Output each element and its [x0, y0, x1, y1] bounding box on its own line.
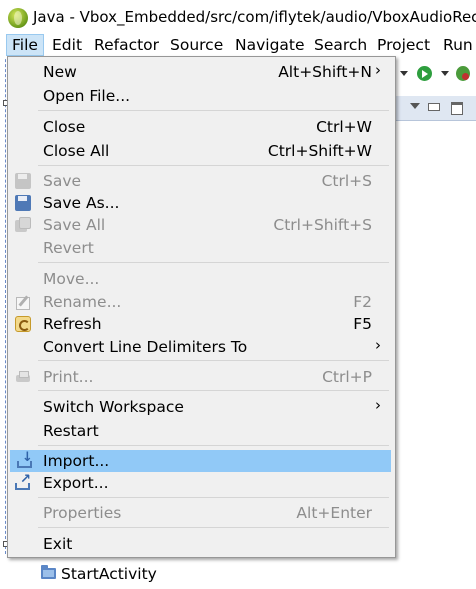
menu-item-accelerator: F5 [353, 315, 372, 333]
menu-item-rename[interactable]: Rename... F2 [8, 291, 395, 313]
menu-item-save[interactable]: Save Ctrl+S [8, 170, 395, 192]
print-icon [15, 369, 31, 385]
menu-separator [38, 110, 389, 111]
menu-item-label: Switch Workspace [43, 398, 184, 416]
menu-bar: File Edit Refactor Source Navigate Searc… [0, 34, 476, 58]
menu-item-label: Exit [43, 535, 73, 553]
rename-icon [15, 294, 31, 310]
menu-separator [38, 390, 389, 391]
run-dropdown-arrow-icon[interactable] [441, 71, 449, 76]
file-menu-dropdown: New Alt+Shift+N › Open File... Close Ctr… [7, 56, 396, 558]
toolbar-dropdown-arrow-icon[interactable] [400, 71, 408, 76]
menu-source[interactable]: Source [165, 34, 228, 56]
menu-separator [38, 445, 389, 446]
menu-item-label: Properties [43, 504, 122, 522]
menu-separator [38, 360, 389, 361]
maximize-view-icon[interactable] [451, 102, 463, 115]
menu-item-convert-line-delimiters[interactable]: Convert Line Delimiters To › [8, 336, 395, 358]
package-folder-icon [41, 565, 56, 579]
menu-item-accelerator: F2 [353, 293, 372, 311]
eclipse-app-icon [8, 8, 28, 28]
menu-item-label: New [43, 63, 77, 81]
workbench-border-left [5, 34, 6, 554]
submenu-arrow-icon: › [375, 336, 381, 354]
menu-item-label: Print... [43, 368, 94, 386]
menu-item-restart[interactable]: Restart [8, 420, 395, 442]
menu-item-label: Save [43, 172, 82, 190]
menu-file[interactable]: File [6, 34, 44, 56]
menu-separator [38, 165, 389, 166]
menu-item-label: Restart [43, 422, 99, 440]
save-all-icon [15, 217, 31, 233]
menu-item-accelerator: Alt+Shift+N [278, 63, 372, 81]
menu-navigate[interactable]: Navigate [230, 34, 310, 56]
menu-item-accelerator: Ctrl+P [322, 368, 372, 386]
title-bar: Java - Vbox_Embedded/src/com/iflytek/aud… [0, 0, 476, 34]
menu-item-accelerator: Alt+Enter [296, 504, 372, 522]
import-icon [17, 450, 33, 469]
menu-item-new[interactable]: New Alt+Shift+N › [8, 61, 395, 83]
menu-item-save-as[interactable]: Save As... [8, 192, 395, 214]
menu-item-revert[interactable]: Revert [8, 237, 395, 259]
minimize-view-icon[interactable] [428, 103, 440, 111]
menu-item-move[interactable]: Move... [8, 268, 395, 290]
save-icon [15, 173, 31, 189]
menu-item-label: Rename... [43, 293, 122, 311]
menu-item-refresh[interactable]: Refresh F5 [8, 313, 395, 335]
menu-item-label: Import... [43, 452, 110, 470]
menu-item-close-all[interactable]: Close All Ctrl+Shift+W [8, 140, 395, 162]
menu-search[interactable]: Search [309, 34, 372, 56]
menu-item-properties[interactable]: Properties Alt+Enter [8, 502, 395, 524]
menu-project[interactable]: Project [372, 34, 435, 56]
save-as-icon [15, 195, 31, 211]
debug-icon[interactable] [456, 66, 470, 81]
menu-item-open-file[interactable]: Open File... [8, 85, 395, 107]
menu-item-label: Close All [43, 142, 110, 160]
menu-item-print[interactable]: Print... Ctrl+P [8, 366, 395, 388]
submenu-arrow-icon: › [375, 396, 381, 414]
menu-separator [38, 262, 389, 263]
menu-run[interactable]: Run [438, 34, 476, 56]
menu-item-switch-workspace[interactable]: Switch Workspace › [8, 396, 395, 418]
menu-item-label: Revert [43, 239, 94, 257]
menu-item-export[interactable]: Export... [8, 472, 395, 494]
menu-item-import[interactable]: Import... [10, 450, 391, 472]
export-icon [15, 472, 31, 491]
menu-item-label: Export... [43, 474, 109, 492]
menu-item-label: Open File... [43, 87, 131, 105]
tree-item-label: StartActivity [61, 565, 157, 583]
menu-refactor[interactable]: Refactor [89, 34, 164, 56]
menu-item-accelerator: Ctrl+Shift+S [273, 216, 372, 234]
menu-separator [38, 497, 389, 498]
menu-item-exit[interactable]: Exit [8, 533, 395, 555]
submenu-arrow-icon: › [375, 61, 381, 79]
menu-item-label: Close [43, 118, 86, 136]
refresh-icon [15, 316, 31, 332]
menu-separator [38, 527, 389, 528]
menu-item-label: Convert Line Delimiters To [43, 338, 248, 356]
menu-edit[interactable]: Edit [47, 34, 87, 56]
menu-item-close[interactable]: Close Ctrl+W [8, 116, 395, 138]
view-menu-chevron-icon[interactable] [410, 103, 420, 109]
menu-item-label: Save All [43, 216, 106, 234]
menu-item-label: Move... [43, 270, 100, 288]
menu-item-accelerator: Ctrl+Shift+W [267, 142, 372, 160]
window-title: Java - Vbox_Embedded/src/com/iflytek/aud… [33, 8, 476, 26]
menu-item-accelerator: Ctrl+S [321, 172, 372, 190]
menu-item-label: Refresh [43, 315, 102, 333]
menu-item-label: Save As... [43, 194, 120, 212]
run-icon[interactable] [417, 66, 432, 81]
menu-item-save-all[interactable]: Save All Ctrl+Shift+S [8, 214, 395, 236]
menu-item-accelerator: Ctrl+W [316, 118, 372, 136]
